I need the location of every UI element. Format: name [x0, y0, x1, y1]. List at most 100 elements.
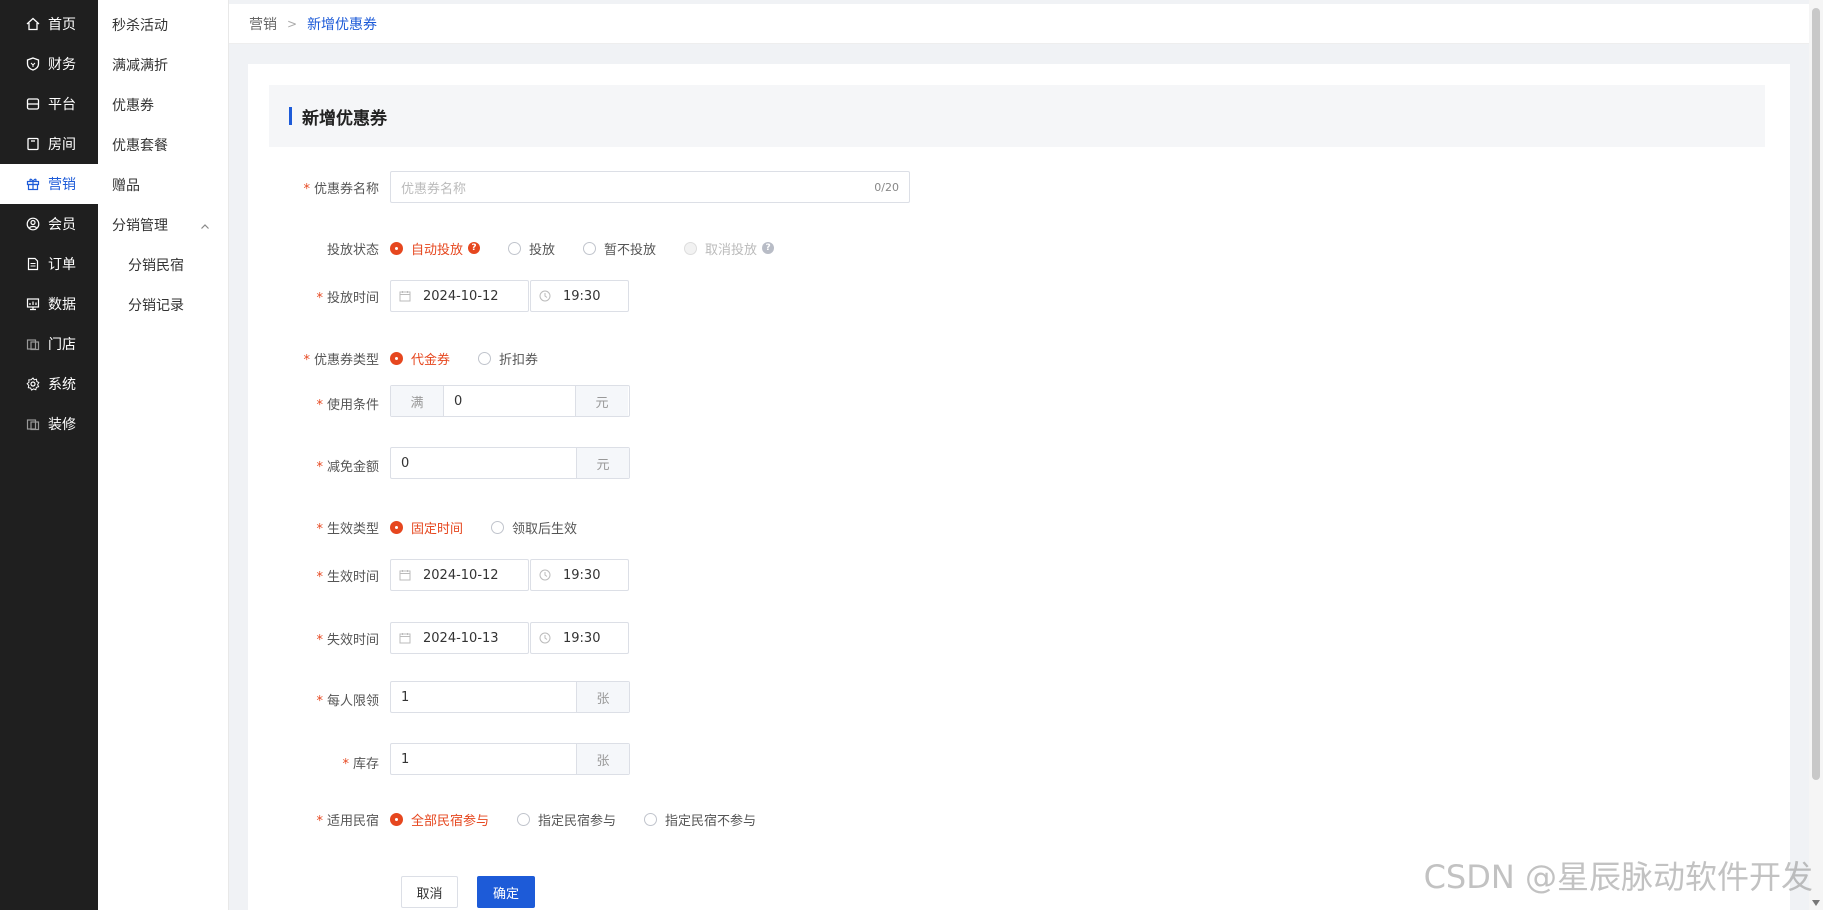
condition-suffix: 元 — [575, 386, 628, 416]
stock-input[interactable]: 1 — [391, 744, 576, 774]
nav-item-system[interactable]: 系统 — [0, 364, 98, 404]
scrollbar-thumb[interactable] — [1812, 8, 1820, 780]
sub-item-gift[interactable]: 赠品 — [98, 165, 228, 205]
form-row-effect-type: * 生效类型 固定时间 领取后生效 — [248, 513, 605, 541]
discount-input-group: 0 元 — [390, 447, 630, 479]
sub-menu: 秒杀活动 满减满折 优惠券 优惠套餐 赠品 分销管理 分销民宿 分销记录 — [98, 0, 229, 910]
radio-selected-homestays[interactable]: 指定民宿参与 — [517, 810, 616, 829]
form-card: 新增优惠券 * 优惠券名称 优惠券名称 0/20 投放状态 自动投放 ? 投放 暂… — [248, 64, 1790, 910]
release-time-picker[interactable]: 19:30 — [530, 280, 629, 312]
discount-amount-input[interactable]: 0 — [391, 448, 576, 478]
page-title: 新增优惠券 — [302, 108, 387, 129]
release-date-picker[interactable]: 2024-10-12 — [390, 280, 529, 312]
platform-icon — [26, 97, 40, 111]
nav-label: 营销 — [48, 177, 76, 193]
nav-label: 首页 — [48, 17, 76, 33]
radio-release[interactable]: 投放 — [508, 239, 555, 258]
order-icon — [26, 257, 40, 271]
nav-item-data[interactable]: 数据 — [0, 284, 98, 324]
field-label: * 生效类型 — [316, 521, 379, 537]
card-header: 新增优惠券 — [269, 85, 1765, 147]
type-radio-group: 代金券 折扣券 — [390, 349, 566, 368]
form-row-effect-time: * 生效时间 2024-10-12 19:30 — [248, 559, 629, 591]
effect-time-picker[interactable]: 19:30 — [530, 559, 629, 591]
homestay-radio-group: 全部民宿参与 指定民宿参与 指定民宿不参与 — [390, 810, 784, 829]
nav-label: 数据 — [48, 297, 76, 313]
sub-item-full-reduction[interactable]: 满减满折 — [98, 45, 228, 85]
sub-item-label: 分销管理 — [112, 218, 168, 234]
field-label: * 适用民宿 — [316, 813, 379, 829]
form-row-expire-time: * 失效时间 2024-10-13 19:30 — [248, 622, 629, 654]
sub-item-coupon[interactable]: 优惠券 — [98, 85, 228, 125]
coupon-name-input[interactable]: 优惠券名称 0/20 — [390, 171, 910, 203]
chevron-right-icon: > — [287, 16, 298, 31]
radio-pause-release[interactable]: 暂不投放 — [583, 239, 656, 258]
expire-time-picker[interactable]: 19:30 — [530, 622, 629, 654]
nav-item-finance[interactable]: 财务 — [0, 44, 98, 84]
radio-effective-after-claim[interactable]: 领取后生效 — [491, 518, 577, 537]
nav-label: 系统 — [48, 377, 76, 393]
form-row-limit: * 每人限领 1 张 — [248, 681, 630, 713]
scrollbar[interactable] — [1809, 0, 1823, 910]
radio-cash-coupon[interactable]: 代金券 — [390, 349, 450, 368]
expire-date-picker[interactable]: 2024-10-13 — [390, 622, 529, 654]
sub-item-flash-sale[interactable]: 秒杀活动 — [98, 5, 228, 45]
form-row-release-time: * 投放时间 2024-10-12 19:30 — [248, 280, 629, 312]
nav-item-room[interactable]: 房间 — [0, 124, 98, 164]
nav-item-store[interactable]: 门店 — [0, 324, 98, 364]
nav-item-member[interactable]: 会员 — [0, 204, 98, 244]
home-icon — [26, 17, 40, 31]
scroll-down-icon[interactable] — [1812, 900, 1820, 906]
nav-item-decoration[interactable]: 装修 — [0, 404, 98, 444]
field-label: 投放状态 — [326, 242, 379, 258]
sub-item-distribution[interactable]: 分销管理 — [98, 205, 228, 245]
calendar-icon — [399, 632, 411, 644]
calendar-icon — [399, 569, 411, 581]
stock-input-group: 1 张 — [390, 743, 630, 775]
shield-icon — [26, 57, 40, 71]
limit-suffix: 张 — [576, 682, 629, 712]
help-icon[interactable]: ? — [762, 242, 775, 254]
nav-item-home[interactable]: 首页 — [0, 4, 98, 44]
clock-icon — [539, 632, 551, 644]
sub-item-distribution-records[interactable]: 分销记录 — [98, 285, 228, 325]
decor-icon — [26, 417, 40, 431]
sub-item-package[interactable]: 优惠套餐 — [98, 125, 228, 165]
nav-item-order[interactable]: 订单 — [0, 244, 98, 284]
sub-item-distribution-homestay[interactable]: 分销民宿 — [98, 245, 228, 285]
form-row-condition: * 使用条件 满 0 元 — [248, 385, 630, 417]
nav-label: 装修 — [48, 417, 76, 433]
nav-label: 平台 — [48, 97, 76, 113]
clock-icon — [539, 290, 551, 302]
nav-item-marketing[interactable]: 营销 — [0, 164, 98, 204]
field-label: * 优惠券名称 — [303, 181, 379, 197]
condition-amount-input[interactable]: 0 — [444, 386, 575, 416]
nav-item-platform[interactable]: 平台 — [0, 84, 98, 124]
radio-fixed-time[interactable]: 固定时间 — [390, 518, 463, 537]
field-label: * 投放时间 — [316, 290, 379, 306]
calendar-icon — [399, 290, 411, 302]
form-row-stock: * 库存 1 张 — [248, 743, 630, 775]
radio-cancel-release: 取消投放 ? — [684, 239, 775, 258]
confirm-button[interactable]: 确定 — [477, 876, 535, 908]
field-label: * 每人限领 — [316, 693, 379, 709]
breadcrumb: 营销 > 新增优惠券 — [229, 4, 1809, 44]
form-row-status: 投放状态 自动投放 ? 投放 暂不投放 取消投放 ? — [248, 234, 802, 262]
cancel-button[interactable]: 取消 — [401, 876, 458, 908]
user-icon — [26, 217, 40, 231]
field-label: * 库存 — [342, 756, 379, 772]
form-row-name: * 优惠券名称 优惠券名称 0/20 — [248, 171, 910, 203]
radio-all-homestays[interactable]: 全部民宿参与 — [390, 810, 489, 829]
field-label: * 失效时间 — [316, 632, 379, 648]
title-accent-bar — [289, 107, 292, 125]
help-icon[interactable]: ? — [468, 242, 481, 254]
effect-date-picker[interactable]: 2024-10-12 — [390, 559, 529, 591]
radio-discount-coupon[interactable]: 折扣券 — [478, 349, 538, 368]
limit-input[interactable]: 1 — [391, 682, 576, 712]
chart-icon — [26, 297, 40, 311]
breadcrumb-parent[interactable]: 营销 — [249, 14, 277, 34]
radio-excluded-homestays[interactable]: 指定民宿不参与 — [644, 810, 756, 829]
chevron-up-icon — [200, 220, 210, 230]
form-actions: 取消 确定 — [401, 876, 535, 908]
radio-auto-release[interactable]: 自动投放 ? — [390, 239, 481, 258]
